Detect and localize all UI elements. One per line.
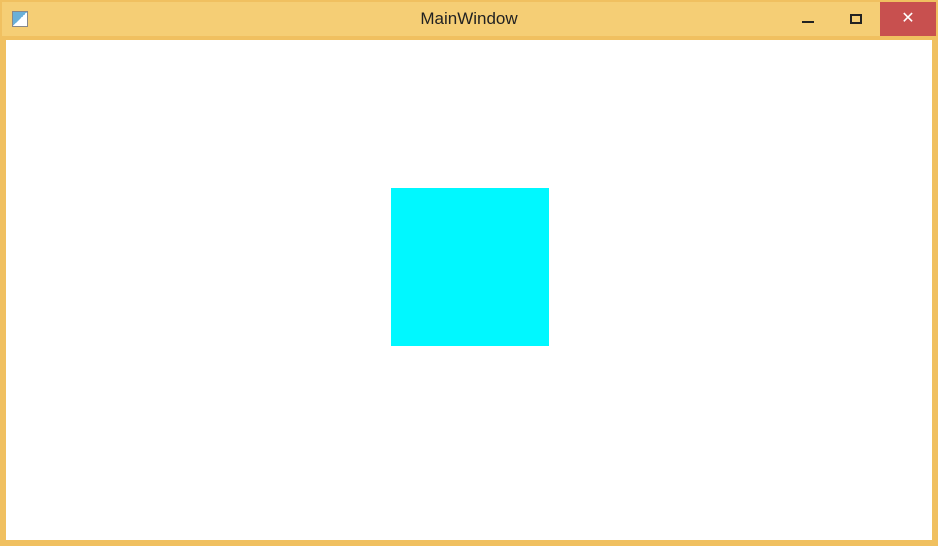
client-area	[6, 40, 932, 540]
cyan-square	[391, 188, 549, 346]
close-icon: ✕	[901, 11, 914, 27]
maximize-button[interactable]	[832, 2, 880, 36]
window-controls: ✕	[784, 2, 936, 36]
close-button[interactable]: ✕	[880, 2, 936, 36]
app-icon[interactable]	[12, 11, 28, 27]
titlebar[interactable]: MainWindow ✕	[2, 2, 936, 36]
maximize-icon	[850, 14, 862, 24]
window-title: MainWindow	[420, 9, 517, 29]
minimize-button[interactable]	[784, 2, 832, 36]
minimize-icon	[802, 21, 814, 23]
